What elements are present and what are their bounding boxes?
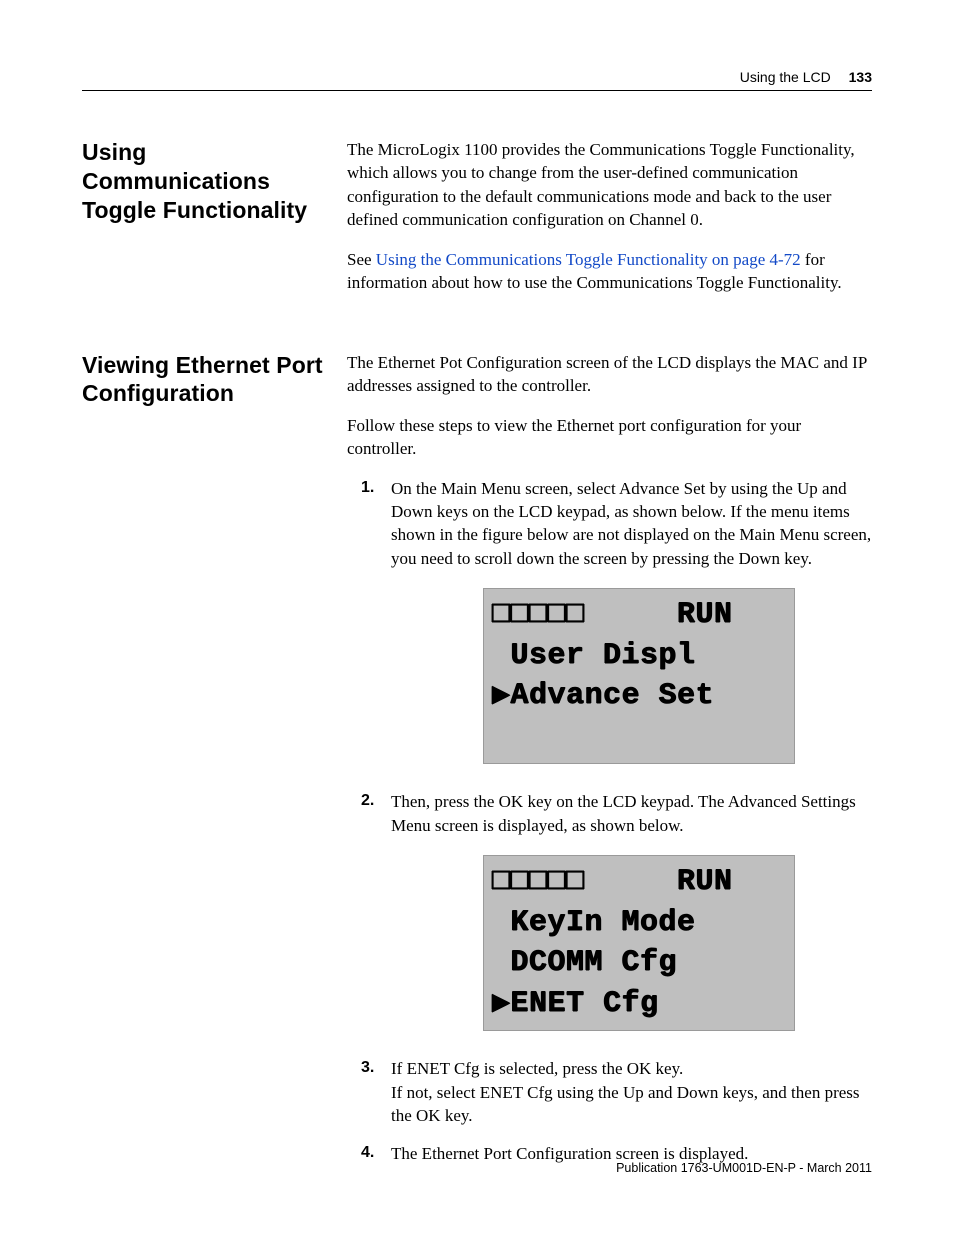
section-body: The Ethernet Pot Configuration screen of…: [347, 351, 872, 1165]
step-text: Then, press the OK key on the LCD keypad…: [391, 792, 856, 834]
step-number: 1: [361, 477, 374, 499]
step-text: If not, select ENET Cfg using the Up and…: [391, 1083, 860, 1125]
page: Using the LCD 133 Using Communications T…: [0, 0, 954, 1235]
paragraph: The MicroLogix 1100 provides the Communi…: [347, 138, 872, 232]
lcd-line: KeyIn Mode: [492, 903, 786, 944]
header-section: Using the LCD: [740, 69, 831, 85]
lcd-line: User Displ: [492, 636, 786, 677]
step-text: On the Main Menu screen, select Advance …: [391, 479, 871, 568]
list-item: 2 Then, press the OK key on the LCD keyp…: [347, 790, 872, 1031]
step-number: 2: [361, 790, 374, 812]
section-body: The MicroLogix 1100 provides the Communi…: [347, 138, 872, 295]
lcd-line: □□□□□ RUN: [492, 862, 786, 903]
page-number: 133: [849, 69, 872, 85]
section-using-comms-toggle: Using Communications Toggle Functionalit…: [82, 138, 872, 295]
lcd-line: ▶Advance Set: [492, 676, 786, 717]
lcd-screen: □□□□□ RUN User Displ ▶Advance Set: [483, 588, 795, 764]
lcd-figure: □□□□□ RUN User Displ ▶Advance Set: [483, 588, 872, 764]
list-item: 1 On the Main Menu screen, select Advanc…: [347, 477, 872, 765]
running-header: Using the LCD 133: [82, 68, 872, 87]
section-viewing-ethernet: Viewing Ethernet Port Configuration The …: [82, 351, 872, 1165]
xref-link[interactable]: Using the Communications Toggle Function…: [376, 250, 801, 269]
lcd-line: □□□□□ RUN: [492, 595, 786, 636]
lcd-line: [492, 717, 786, 758]
lcd-figure: □□□□□ RUN KeyIn Mode DCOMM Cfg ▶ENET Cfg: [483, 855, 872, 1031]
section-heading: Using Communications Toggle Functionalit…: [82, 138, 327, 224]
lcd-line: ▶ENET Cfg: [492, 984, 786, 1025]
paragraph: The Ethernet Pot Configuration screen of…: [347, 351, 872, 398]
step-number: 4: [361, 1142, 374, 1164]
header-rule: [82, 90, 872, 91]
section-heading: Viewing Ethernet Port Configuration: [82, 351, 327, 409]
step-number: 3: [361, 1057, 374, 1079]
list-item: 3 If ENET Cfg is selected, press the OK …: [347, 1057, 872, 1127]
lcd-screen: □□□□□ RUN KeyIn Mode DCOMM Cfg ▶ENET Cfg: [483, 855, 795, 1031]
step-text: If ENET Cfg is selected, press the OK ke…: [391, 1059, 683, 1078]
link-prefix: See: [347, 250, 376, 269]
paragraph: Follow these steps to view the Ethernet …: [347, 414, 872, 461]
step-list: 1 On the Main Menu screen, select Advanc…: [347, 477, 872, 1166]
running-footer: Publication 1763-UM001D-EN-P - March 201…: [616, 1160, 872, 1177]
lcd-line: DCOMM Cfg: [492, 943, 786, 984]
paragraph: See Using the Communications Toggle Func…: [347, 248, 872, 295]
